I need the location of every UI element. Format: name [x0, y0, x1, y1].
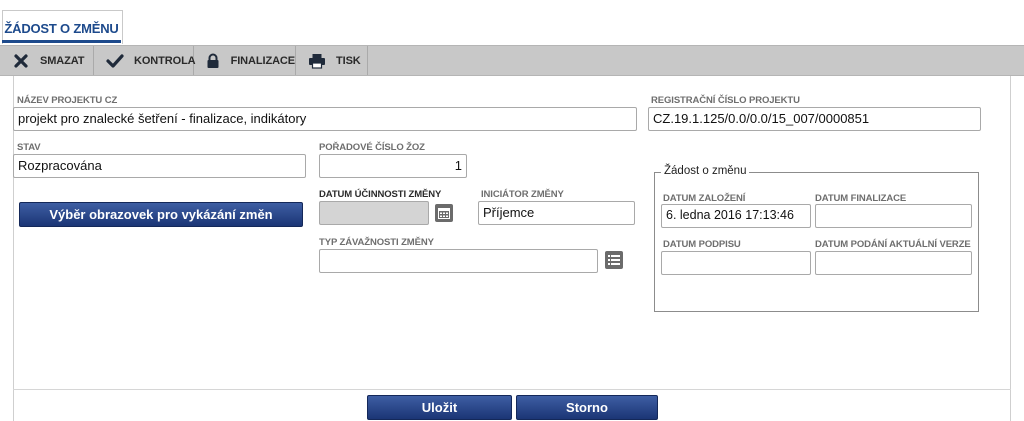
submit-date-field[interactable] [815, 251, 972, 275]
check-label: KONTROLA [134, 54, 196, 67]
order-number-label: POŘADOVÉ ČÍSLO ŽOZ [319, 142, 425, 153]
project-name-field[interactable]: projekt pro znalecké šetření - finalizac… [13, 107, 637, 131]
finalized-date-field[interactable] [815, 204, 972, 228]
list-picker-icon[interactable] [605, 251, 623, 269]
reg-number-label: REGISTRAČNÍ ČÍSLO PROJEKTU [651, 95, 800, 106]
project-name-label: NÁZEV PROJEKTU CZ [17, 95, 118, 106]
check-button[interactable]: KONTROLA [94, 46, 196, 75]
finalize-label: FINALIZACE [230, 54, 295, 67]
delete-button[interactable]: SMAZAT [0, 46, 94, 75]
delete-label: SMAZAT [40, 54, 85, 67]
status-label: STAV [17, 142, 41, 153]
signature-date-field[interactable] [661, 251, 811, 275]
save-button[interactable]: Uložit [367, 395, 512, 420]
select-screens-button[interactable]: Výběr obrazovek pro vykázání změn [19, 202, 303, 227]
initiator-label: INICIÁTOR ZMĚNY [481, 189, 564, 200]
request-fieldset-legend: Žádost o změnu [661, 165, 750, 177]
print-button[interactable]: TISK [296, 46, 368, 75]
tab-label[interactable]: ŽÁDOST O ZMĚNU [0, 21, 123, 36]
created-date-label: DATUM ZALOŽENÍ [663, 193, 746, 204]
reg-number-field[interactable]: CZ.19.1.125/0.0/0.0/15_007/0000851 [648, 107, 981, 131]
order-number-field[interactable]: 1 [319, 154, 467, 178]
effective-date-field[interactable] [319, 201, 429, 225]
cancel-button[interactable]: Storno [516, 395, 658, 420]
print-label: TISK [336, 54, 361, 67]
finalized-date-label: DATUM FINALIZACE [815, 193, 907, 204]
toolbar: SMAZAT KONTROLA FINALIZACE TISK [0, 45, 1024, 76]
calendar-icon[interactable] [435, 204, 453, 222]
signature-date-label: DATUM PODPISU [663, 239, 741, 250]
finalize-button[interactable]: FINALIZACE [194, 46, 296, 75]
footer-divider [13, 389, 1011, 390]
created-date-field[interactable]: 6. ledna 2016 17:13:46 [661, 204, 811, 228]
severity-type-label: TYP ZÁVAŽNOSTI ZMĚNY [319, 237, 434, 248]
x-icon [12, 52, 30, 70]
submit-date-label: DATUM PODÁNÍ AKTUÁLNÍ VERZE [815, 239, 971, 250]
status-field[interactable]: Rozpracována [13, 154, 306, 178]
severity-type-field[interactable] [319, 249, 598, 273]
checkmark-icon [106, 52, 124, 70]
initiator-field[interactable]: Příjemce [478, 201, 635, 225]
lock-icon [206, 52, 221, 70]
effective-date-label: DATUM ÚČINNOSTI ZMĚNY [319, 189, 442, 200]
printer-icon [308, 52, 326, 70]
tab-active-indicator [2, 40, 121, 43]
